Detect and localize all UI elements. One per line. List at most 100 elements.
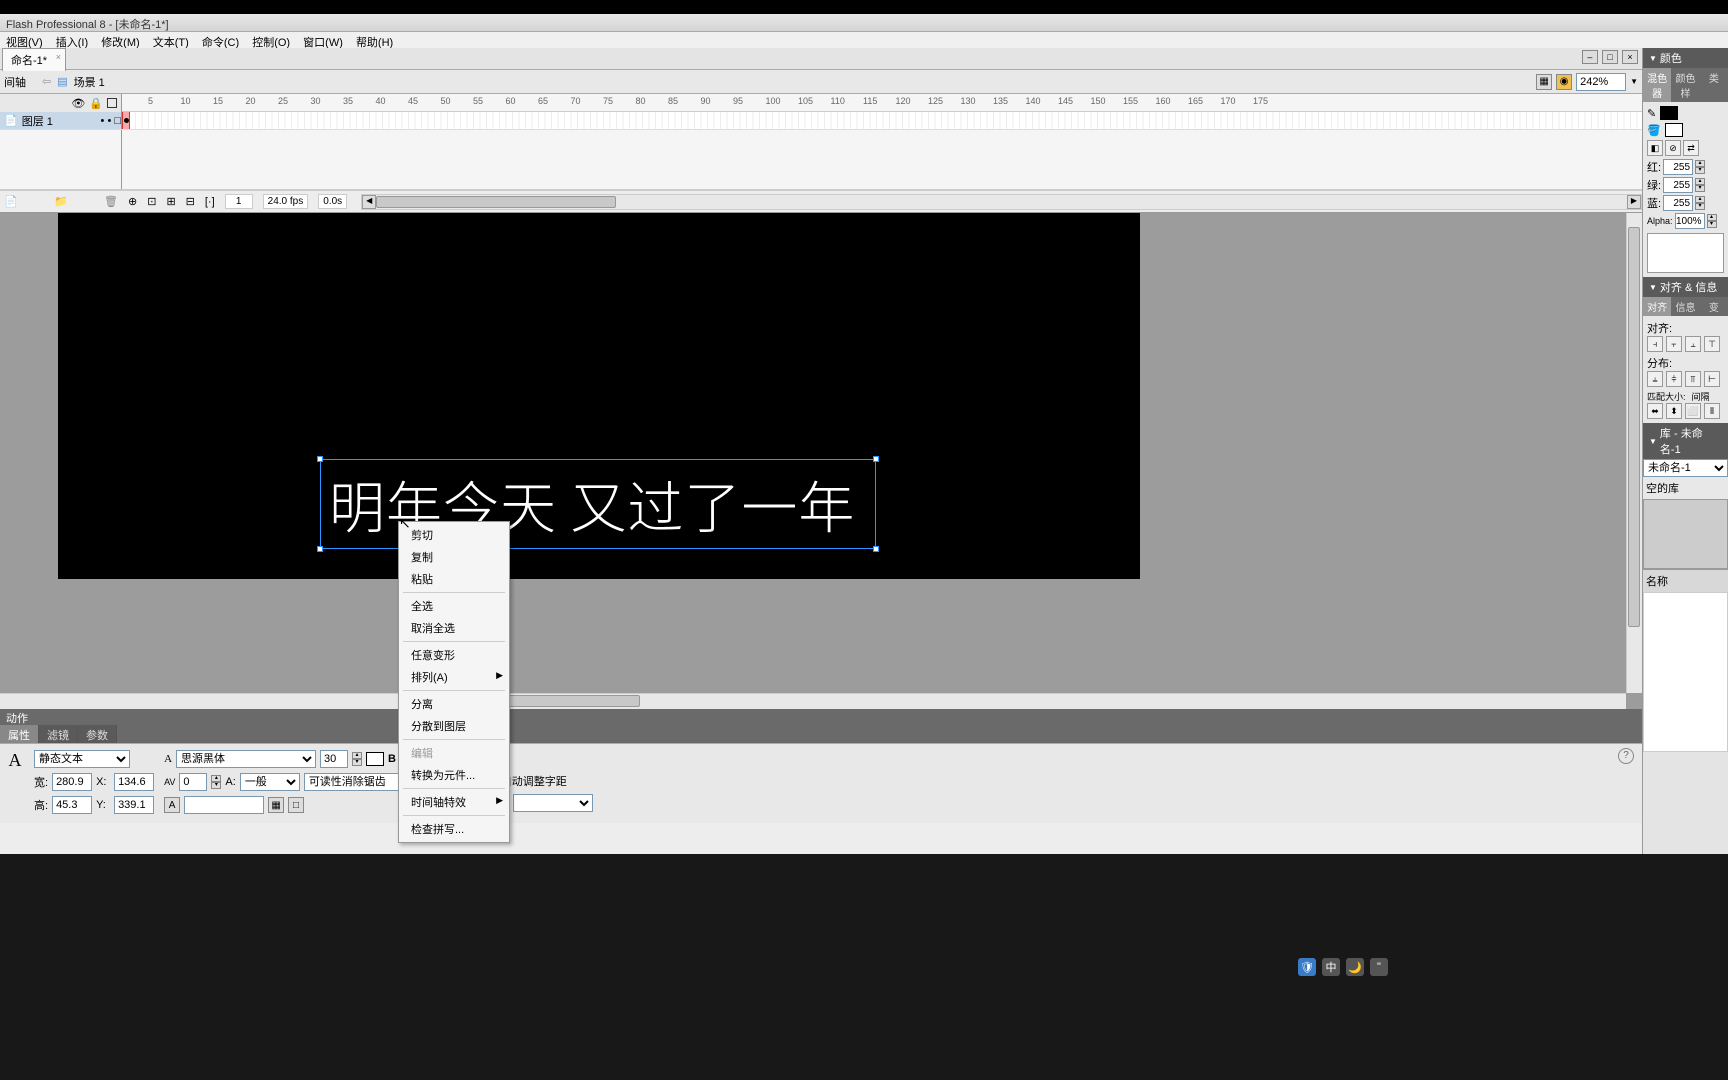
new-layer-icon[interactable]: 📄 (4, 195, 18, 208)
height-input[interactable] (52, 796, 92, 814)
fill-icon[interactable]: 🪣 (1647, 124, 1661, 137)
stroke-icon[interactable]: ✎ (1647, 107, 1656, 120)
tab-filters[interactable]: 滤镜 (39, 725, 78, 743)
help-icon[interactable]: ? (1618, 748, 1634, 764)
layer-row[interactable]: 📄 图层 1 • • □ (0, 112, 122, 129)
timeline-hscroll[interactable]: ◀ ▶ (361, 194, 1642, 210)
ctx-paste[interactable]: 粘贴 (399, 568, 509, 590)
onion-marker-icon[interactable]: [·] (205, 196, 215, 208)
swap-icon[interactable]: ⇄ (1683, 140, 1699, 156)
align-left-icon[interactable]: ⫞ (1647, 336, 1663, 352)
handle-tl[interactable] (317, 456, 323, 462)
ime-comma-icon[interactable]: " (1370, 958, 1388, 976)
onion-skin-icon[interactable]: ⊡ (147, 195, 156, 208)
target-select[interactable] (513, 794, 593, 812)
av-down[interactable]: ▾ (211, 782, 221, 789)
lock-icon[interactable]: 🔒 (89, 97, 103, 110)
ctx-deselect[interactable]: 取消全选 (399, 617, 509, 639)
ctx-breakapart[interactable]: 分离 (399, 693, 509, 715)
eye-icon[interactable]: 👁 (71, 97, 85, 110)
size-down[interactable]: ▾ (352, 759, 362, 766)
font-size-input[interactable] (320, 750, 348, 768)
ime-lang-icon[interactable]: 中 (1322, 958, 1340, 976)
space-h-icon[interactable]: ⫴ (1704, 403, 1720, 419)
stage-vscroll[interactable] (1626, 213, 1642, 693)
width-input[interactable] (52, 773, 92, 791)
g-input[interactable] (1663, 177, 1693, 193)
spacing-select[interactable]: 一般 (240, 773, 300, 791)
scroll-left-icon[interactable]: ◀ (362, 195, 376, 209)
ctx-selectall[interactable]: 全选 (399, 595, 509, 617)
tab-swatches[interactable]: 颜色样 (1671, 68, 1699, 102)
bold-button[interactable]: B (388, 753, 396, 765)
tab-type[interactable]: 类 (1700, 68, 1728, 102)
align-right-icon[interactable]: ⫠ (1685, 336, 1701, 352)
x-input[interactable] (114, 773, 154, 791)
ime-moon-icon[interactable]: 🌙 (1346, 958, 1364, 976)
tab-mixer[interactable]: 混色器 (1643, 68, 1671, 102)
tab-transform[interactable]: 变 (1700, 297, 1728, 316)
letter-spacing-input[interactable] (179, 773, 207, 791)
handle-br[interactable] (873, 546, 879, 552)
tab-params[interactable]: 参数 (78, 725, 117, 743)
ctx-timelineeffects[interactable]: 时间轴特效▶ (399, 791, 509, 813)
frame-ruler[interactable]: 5101520253035404550556065707580859095100… (122, 94, 1642, 111)
back-arrow-icon[interactable]: ⇦ (42, 75, 51, 88)
html-icon[interactable]: ▦ (268, 797, 284, 813)
layer-frames[interactable] (122, 112, 1642, 129)
stroke-swatch[interactable] (1660, 106, 1678, 120)
bw-icon[interactable]: ◧ (1647, 140, 1663, 156)
fill-swatch[interactable] (1665, 123, 1683, 137)
noColor-icon[interactable]: ⊘ (1665, 140, 1681, 156)
zoom-dropdown-icon[interactable]: ▼ (1630, 77, 1638, 86)
alpha-input[interactable] (1675, 213, 1705, 229)
edit-multi-icon[interactable]: ⊟ (186, 195, 195, 208)
r-input[interactable] (1663, 159, 1693, 175)
actions-panel-header[interactable]: 动作 (0, 709, 1642, 725)
ctx-freetransform[interactable]: 任意变形 (399, 644, 509, 666)
ime-shield-icon[interactable]: 🛡 (1298, 958, 1316, 976)
handle-tr[interactable] (873, 456, 879, 462)
ctx-distlayers[interactable]: 分散到图层 (399, 715, 509, 737)
match-wh-icon[interactable]: ⬜ (1685, 403, 1701, 419)
match-h-icon[interactable]: ⬍ (1666, 403, 1682, 419)
library-doc-select[interactable]: 未命名-1 (1643, 459, 1728, 477)
y-input[interactable] (114, 796, 154, 814)
stage-hscroll[interactable] (0, 693, 1626, 709)
tab-properties[interactable]: 属性 (0, 725, 39, 743)
dist-bottom-icon[interactable]: ⫪ (1685, 371, 1701, 387)
ctx-copy[interactable]: 复制 (399, 546, 509, 568)
border-icon[interactable]: □ (288, 797, 304, 813)
selectable-icon[interactable]: A (164, 797, 180, 813)
onion-outline-icon[interactable]: ⊞ (166, 195, 175, 208)
align-panel-header[interactable]: 对齐 & 信息 (1643, 277, 1728, 297)
tab-align[interactable]: 对齐 (1643, 297, 1671, 316)
align-top-icon[interactable]: ⊤ (1704, 336, 1720, 352)
size-up[interactable]: ▴ (352, 752, 362, 759)
document-tab[interactable]: 命名-1* × (2, 48, 66, 71)
b-input[interactable] (1663, 195, 1693, 211)
new-folder-icon[interactable]: 📁 (54, 195, 68, 208)
text-type-select[interactable]: 静态文本 (34, 750, 130, 768)
scene-label[interactable]: 场景 1 (74, 74, 105, 90)
link-input[interactable] (184, 796, 264, 814)
edit-symbol-icon[interactable]: ◉ (1556, 74, 1572, 90)
maximize-icon[interactable]: □ (1602, 50, 1618, 64)
minimize-icon[interactable]: – (1582, 50, 1598, 64)
font-select[interactable]: 思源黑体 (176, 750, 316, 768)
stage-viewport[interactable]: 明年今天 又过了一年 (0, 213, 1626, 693)
delete-layer-icon[interactable]: 🗑 (104, 195, 118, 208)
close-window-icon[interactable]: × (1622, 50, 1638, 64)
library-name-header[interactable]: 名称 (1643, 569, 1728, 592)
dist-top-icon[interactable]: ⫨ (1647, 371, 1663, 387)
center-frame-icon[interactable]: ⊕ (128, 195, 137, 208)
ctx-cut[interactable]: 剪切 (399, 524, 509, 546)
zoom-input[interactable] (1576, 73, 1626, 91)
ctx-convert[interactable]: 转换为元件... (399, 764, 509, 786)
library-list[interactable] (1643, 592, 1728, 752)
match-w-icon[interactable]: ⬌ (1647, 403, 1663, 419)
handle-bl[interactable] (317, 546, 323, 552)
ctx-spellcheck[interactable]: 检查拼写... (399, 818, 509, 840)
outline-icon[interactable] (107, 98, 117, 108)
keyframe[interactable] (124, 118, 129, 123)
